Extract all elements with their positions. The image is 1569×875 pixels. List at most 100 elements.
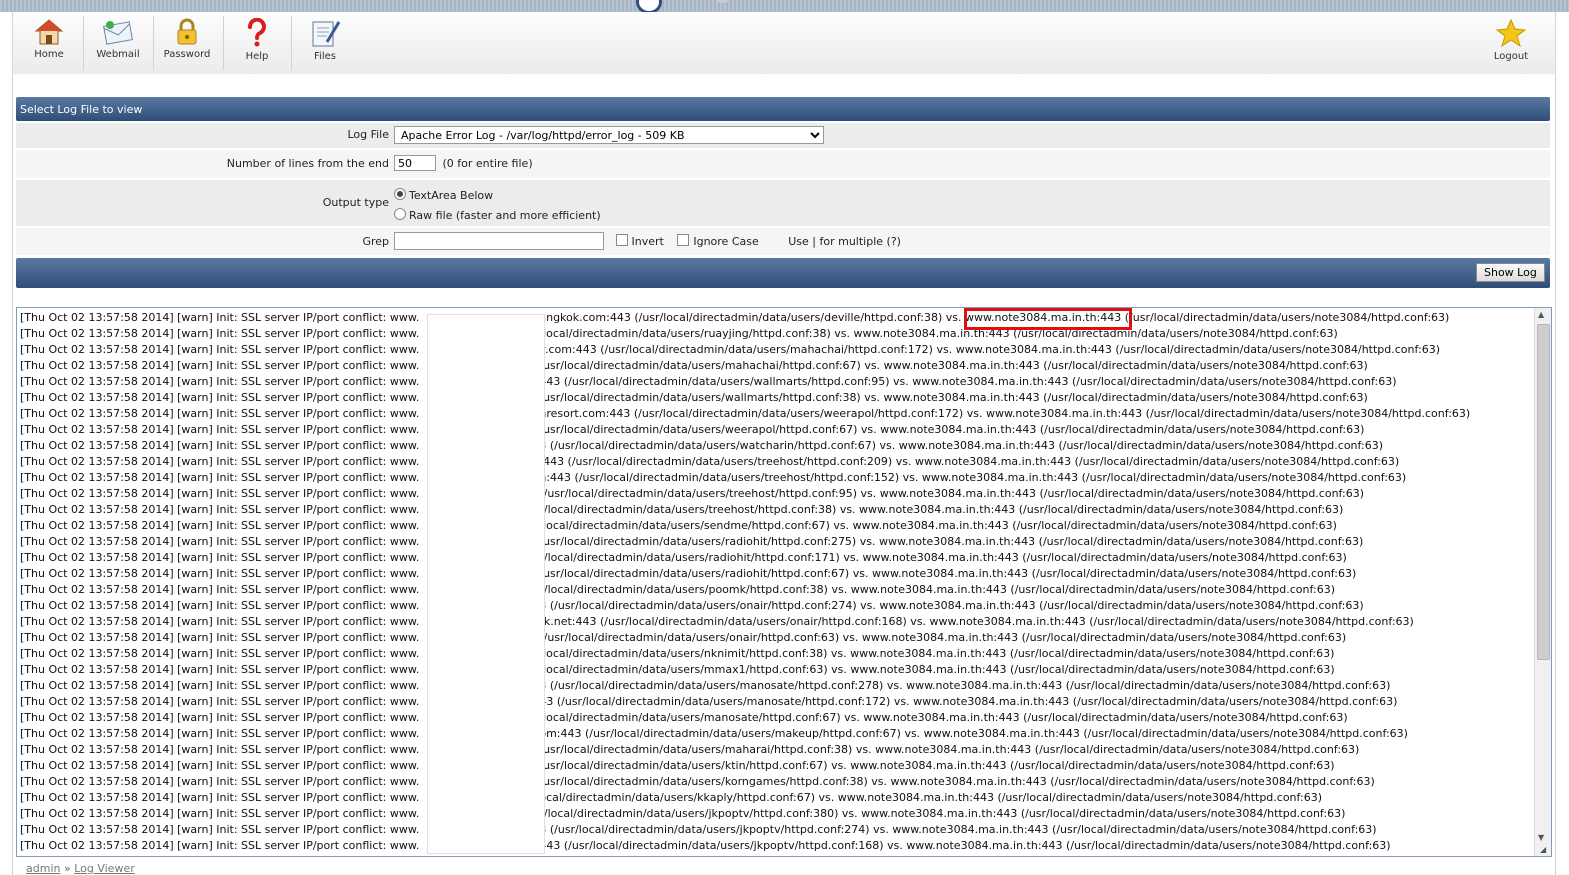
log-line: [Thu Oct 02 13:57:58 2014] [warn] Init: … [20, 614, 1470, 630]
log-line-text: rk.net:443 (/usr/local/directadmin/data/… [539, 615, 1414, 628]
help-icon [248, 18, 266, 47]
log-line: [Thu Oct 02 13:57:58 2014] [warn] Init: … [20, 758, 1470, 774]
toolbar-password-button[interactable]: Password [163, 12, 211, 74]
log-prefix: [Thu Oct 02 13:57:58 2014] [warn] Init: … [20, 695, 420, 708]
log-prefix: [Thu Oct 02 13:57:58 2014] [warn] Init: … [20, 519, 420, 532]
output-raw-label: Raw file (faster and more efficient) [409, 209, 601, 222]
log-line: [Thu Oct 02 13:57:58 2014] [warn] Init: … [20, 550, 1470, 566]
log-line-text: /usr/local/directadmin/data/users/radioh… [539, 567, 1357, 580]
log-line-text: 43 (/usr/local/directadmin/data/users/ma… [539, 695, 1398, 708]
log-line: [Thu Oct 02 13:57:58 2014] [warn] Init: … [20, 518, 1470, 534]
show-log-button[interactable]: Show Log [1476, 263, 1545, 282]
toolbar-logout-button[interactable]: Logout [1489, 12, 1533, 74]
toolbar-files-button[interactable]: Files [307, 12, 343, 74]
log-prefix: [Thu Oct 02 13:57:58 2014] [warn] Init: … [20, 391, 420, 404]
log-line-text: ocal/directadmin/data/users/kkaply/httpd… [539, 791, 1323, 804]
log-line-text: r/local/directadmin/data/users/poomk/htt… [539, 583, 1335, 596]
log-line: [Thu Oct 02 13:57:58 2014] [warn] Init: … [20, 534, 1470, 550]
log-textarea[interactable]: [Thu Oct 02 13:57:58 2014] [warn] Init: … [16, 307, 1552, 857]
log-prefix: [Thu Oct 02 13:57:58 2014] [warn] Init: … [20, 823, 420, 836]
log-line-text: (/usr/local/directadmin/data/users/onair… [539, 631, 1347, 644]
log-line-text: /local/directadmin/data/users/manosate/h… [539, 711, 1348, 724]
lock-icon [177, 18, 197, 45]
log-line: [Thu Oct 02 13:57:58 2014] [warn] Init: … [20, 694, 1470, 710]
toolbar-home-button[interactable]: Home [31, 12, 67, 74]
log-line: [Thu Oct 02 13:57:58 2014] [warn] Init: … [20, 390, 1470, 406]
log-line-text: v.com:443 (/usr/local/directadmin/data/u… [539, 343, 1440, 356]
log-prefix: [Thu Oct 02 13:57:58 2014] [warn] Init: … [20, 663, 420, 676]
toolbar-password-label: Password [163, 49, 211, 60]
log-prefix: [Thu Oct 02 13:57:58 2014] [warn] Init: … [20, 711, 420, 724]
invert-checkbox[interactable] [615, 233, 628, 246]
output-textarea-radio[interactable] [394, 188, 406, 200]
toolbar-separator [83, 16, 84, 70]
log-prefix: [Thu Oct 02 13:57:58 2014] [warn] Init: … [20, 503, 420, 516]
grep-row: Grep Invert Ignore Case Use | for multip… [16, 228, 1550, 255]
log-prefix: [Thu Oct 02 13:57:58 2014] [warn] Init: … [20, 583, 420, 596]
submit-bar [16, 258, 1550, 288]
redaction-box [427, 314, 545, 854]
log-prefix: [Thu Oct 02 13:57:58 2014] [warn] Init: … [20, 807, 420, 820]
log-line-text: r/local/directadmin/data/users/radiohit/… [539, 551, 1347, 564]
grep-label: Grep [362, 235, 389, 248]
output-type-row: Output type TextArea Below Raw file (fas… [16, 180, 1550, 226]
log-line: [Thu Oct 02 13:57:58 2014] [warn] Init: … [20, 838, 1470, 854]
log-line-text: 3 (/usr/local/directadmin/data/users/man… [539, 679, 1391, 692]
log-line: [Thu Oct 02 13:57:58 2014] [warn] Init: … [20, 310, 1470, 326]
output-option-raw[interactable]: Raw file (faster and more efficient) [394, 206, 601, 226]
section-header: Select Log File to view [16, 97, 1550, 121]
log-line-text: (/usr/local/directadmin/data/users/treeh… [539, 487, 1365, 500]
log-line: [Thu Oct 02 13:57:58 2014] [warn] Init: … [20, 774, 1470, 790]
log-file-select[interactable]: Apache Error Log - /var/log/httpd/error_… [394, 126, 824, 144]
output-option-textarea[interactable]: TextArea Below [394, 186, 601, 206]
lines-input[interactable] [394, 155, 436, 171]
log-line-text: 443 (/usr/local/directadmin/data/users/j… [539, 839, 1391, 852]
log-line: [Thu Oct 02 13:57:58 2014] [warn] Init: … [20, 710, 1470, 726]
files-icon [312, 21, 341, 47]
lines-label: Number of lines from the end [226, 157, 389, 170]
log-prefix: [Thu Oct 02 13:57:58 2014] [warn] Init: … [20, 375, 420, 388]
log-line: [Thu Oct 02 13:57:58 2014] [warn] Init: … [20, 678, 1470, 694]
scroll-down-icon[interactable]: ▼ [1538, 833, 1544, 842]
lines-row: Number of lines from the end (0 for enti… [16, 150, 1550, 178]
invert-option[interactable]: Invert [615, 233, 664, 248]
breadcrumb-admin-link[interactable]: admin [26, 862, 60, 875]
log-prefix: [Thu Oct 02 13:57:58 2014] [warn] Init: … [20, 727, 420, 740]
toolbar-webmail-label: Webmail [96, 49, 140, 60]
log-prefix: [Thu Oct 02 13:57:58 2014] [warn] Init: … [20, 759, 420, 772]
scroll-up-icon[interactable]: ▲ [1538, 310, 1544, 319]
log-prefix: [Thu Oct 02 13:57:58 2014] [warn] Init: … [20, 839, 420, 852]
log-prefix: [Thu Oct 02 13:57:58 2014] [warn] Init: … [20, 439, 420, 452]
toolbar-webmail-button[interactable]: Webmail [95, 12, 141, 74]
resize-grip-icon[interactable]: ◢ [1540, 845, 1546, 854]
toolbar-help-button[interactable]: Help [237, 12, 277, 74]
log-prefix: [Thu Oct 02 13:57:58 2014] [warn] Init: … [20, 423, 420, 436]
log-prefix: [Thu Oct 02 13:57:58 2014] [warn] Init: … [20, 327, 420, 340]
log-line: [Thu Oct 02 13:57:58 2014] [warn] Init: … [20, 486, 1470, 502]
log-line: [Thu Oct 02 13:57:58 2014] [warn] Init: … [20, 646, 1470, 662]
log-prefix: [Thu Oct 02 13:57:58 2014] [warn] Init: … [20, 679, 420, 692]
breadcrumb-current-link[interactable]: Log Viewer [74, 862, 135, 875]
log-scrollbar[interactable]: ▲ ▼ ◢ [1534, 308, 1551, 856]
log-prefix: [Thu Oct 02 13:57:58 2014] [warn] Init: … [20, 551, 420, 564]
log-line-text: n:443 (/usr/local/directadmin/data/users… [539, 471, 1407, 484]
log-line: [Thu Oct 02 13:57:58 2014] [warn] Init: … [20, 598, 1470, 614]
toolbar: Home Webmail Password Help Files Logout [12, 12, 1556, 75]
toolbar-files-label: Files [314, 51, 336, 62]
log-prefix: [Thu Oct 02 13:57:58 2014] [warn] Init: … [20, 455, 420, 468]
scroll-thumb[interactable] [1537, 324, 1550, 660]
log-line: [Thu Oct 02 13:57:58 2014] [warn] Init: … [20, 662, 1470, 678]
log-line-text: om:443 (/usr/local/directadmin/data/user… [539, 727, 1408, 740]
ignore-case-checkbox[interactable] [677, 233, 690, 246]
ignore-case-option[interactable]: Ignore Case [677, 233, 759, 248]
ignore-case-label: Ignore Case [693, 234, 759, 248]
grep-hint: Use | for multiple (?) [788, 234, 901, 248]
lines-hint: (0 for entire file) [442, 156, 533, 170]
log-line-text: /usr/local/directadmin/data/users/mahach… [539, 359, 1368, 372]
output-raw-radio[interactable] [394, 208, 406, 220]
log-line-text: /usr/local/directadmin/data/users/wallma… [539, 391, 1368, 404]
toolbar-help-label: Help [245, 51, 269, 62]
log-line: [Thu Oct 02 13:57:58 2014] [warn] Init: … [20, 630, 1470, 646]
log-prefix: [Thu Oct 02 13:57:58 2014] [warn] Init: … [20, 615, 420, 628]
grep-input[interactable] [394, 232, 604, 250]
